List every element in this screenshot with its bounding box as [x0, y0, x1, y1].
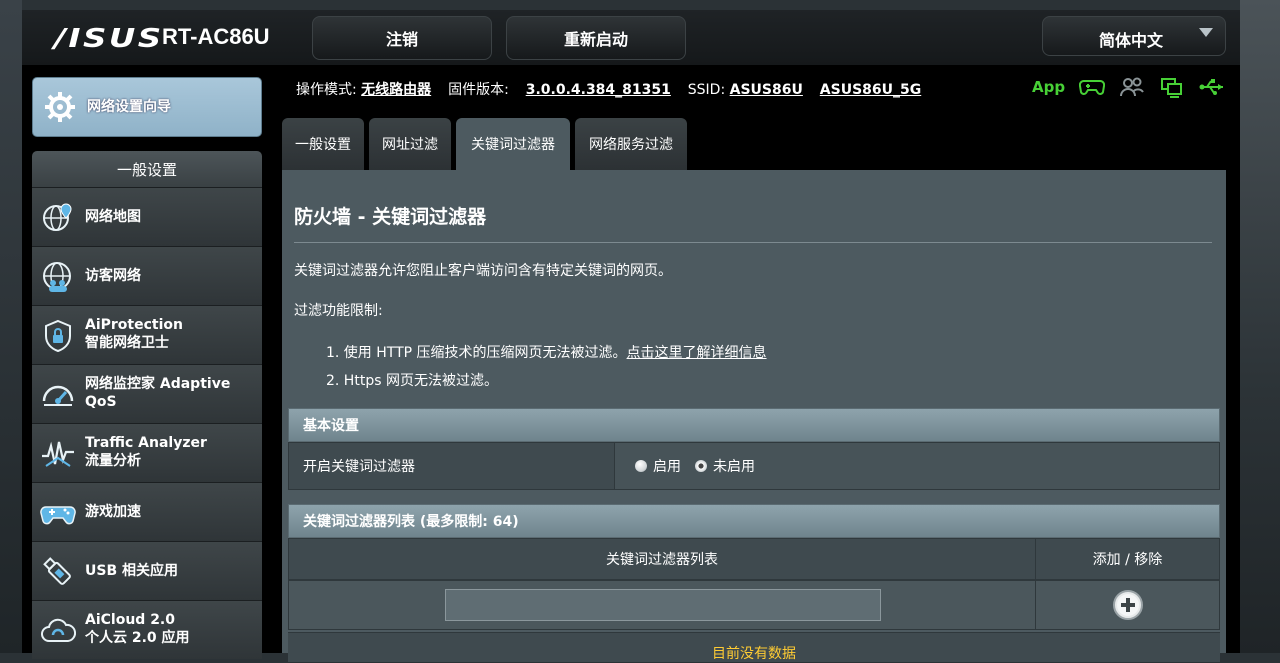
firmware-version-link[interactable]: 3.0.0.4.384_81351 — [526, 82, 671, 98]
language-label: 简体中文 — [1099, 31, 1164, 50]
status-bar: 操作模式: 无线路由器 固件版本: 3.0.0.4.384_81351 SSID… — [296, 79, 921, 99]
title-divider — [294, 242, 1212, 243]
network-setup-wizard-button[interactable]: 网络设置向导 — [32, 77, 262, 137]
users-status-icon[interactable] — [1119, 76, 1145, 98]
empty-list-message: 目前没有数据 — [288, 632, 1220, 662]
firmware-label: 固件版本: — [448, 82, 509, 98]
enable-keyword-filter-row: 开启关键词过滤器 启用 未启用 — [288, 442, 1220, 490]
shield-lock-icon — [45, 319, 71, 353]
guest-network-icon — [43, 262, 71, 292]
background-right — [1240, 0, 1280, 653]
app-link[interactable]: App — [1032, 78, 1065, 96]
operation-mode-link[interactable]: 无线路由器 — [361, 82, 431, 98]
details-link[interactable]: 点击这里了解详细信息 — [627, 345, 767, 361]
gamepad-status-icon[interactable] — [1079, 76, 1106, 98]
wizard-gear-icon — [45, 92, 75, 122]
add-circle-icon[interactable] — [1112, 589, 1144, 621]
sidebar-item-label: 网络地图 — [85, 209, 141, 225]
ssid-label: SSID: — [687, 82, 726, 98]
basic-settings-header: 基本设置 — [288, 408, 1220, 442]
gamepad-icon — [40, 506, 76, 525]
globe-pin-icon — [43, 203, 72, 231]
radio-enable-label: 启用 — [653, 459, 681, 475]
sidebar-item-adaptive-qos[interactable]: 网络监控家 Adaptive QoS — [32, 364, 262, 423]
status-icons: App — [1032, 76, 1239, 98]
asus-logo: /ISUS — [54, 24, 164, 54]
reboot-button[interactable]: 重新启动 — [506, 16, 686, 60]
sidebar-item-label: AiCloud 2.0 个人云 2.0 应用 — [85, 612, 190, 646]
cloud-icon — [41, 618, 76, 642]
sidebar-item-aicloud[interactable]: AiCloud 2.0 个人云 2.0 应用 — [32, 600, 262, 659]
traffic-wave-icon — [42, 441, 74, 467]
radio-disable[interactable]: 未启用 — [695, 456, 755, 476]
radio-disable-circle[interactable] — [695, 460, 707, 472]
page-description: 关键词过滤器允许您阻止客户端访问含有特定关键词的网页。 — [294, 263, 672, 279]
operation-mode-label: 操作模式: — [296, 82, 357, 98]
radio-enable[interactable]: 启用 — [635, 456, 681, 476]
background-left — [0, 0, 22, 653]
sidebar-item-traffic-analyzer[interactable]: Traffic Analyzer 流量分析 — [32, 423, 262, 482]
wizard-label: 网络设置向导 — [87, 99, 171, 115]
sidebar-item-usb-applications[interactable]: USB 相关应用 — [32, 541, 262, 600]
top-header: /ISUS RT-AC86U 注销 重新启动 简体中文 — [22, 10, 1240, 65]
keyword-list-header: 关键词过滤器列表 (最多限制: 64) — [288, 504, 1220, 538]
router-model: RT-AC86U — [162, 24, 270, 49]
page-title: 防火墙 - 关键词过滤器 — [294, 206, 487, 228]
sidebar-item-label: USB 相关应用 — [85, 563, 178, 579]
radio-disable-label: 未启用 — [713, 459, 755, 475]
column-keyword-list: 关键词过滤器列表 — [289, 539, 1036, 579]
tab-general[interactable]: 一般设置 — [282, 118, 364, 170]
sidebar-item-network-map[interactable]: 网络地图 — [32, 187, 262, 246]
sidebar-item-label: 访客网络 — [85, 268, 141, 284]
limit-item-2: 2. Https 网页无法被过滤。 — [326, 373, 498, 389]
tab-network-service-filter[interactable]: 网络服务过滤 — [575, 118, 687, 170]
tab-keyword-filter[interactable]: 关键词过滤器 — [456, 118, 570, 170]
chevron-down-icon — [1199, 28, 1213, 37]
usb-stick-icon — [43, 557, 71, 585]
usb-status-icon[interactable] — [1199, 76, 1225, 98]
sidebar-item-aiprotection[interactable]: AiProtection 智能网络卫士 — [32, 305, 262, 364]
ssid-link-1[interactable]: ASUS86U — [730, 82, 803, 98]
radio-enable-circle[interactable] — [635, 460, 647, 472]
tab-url-filter[interactable]: 网址过滤 — [369, 118, 451, 170]
column-add-remove: 添加 / 移除 — [1092, 552, 1163, 568]
content-panel: 防火墙 - 关键词过滤器 关键词过滤器允许您阻止客户端访问含有特定关键词的网页。… — [282, 170, 1226, 662]
keyword-list-column-headers: 关键词过滤器列表 添加 / 移除 — [288, 538, 1220, 580]
sidebar-menu: 一般设置 网络地图 访客网络 AiProtection 智能网络卫士 网络监控家… — [32, 151, 262, 659]
network-status-icon[interactable] — [1159, 76, 1185, 98]
ssid-link-2[interactable]: ASUS86U_5G — [820, 82, 921, 98]
sidebar-item-label: AiProtection 智能网络卫士 — [85, 317, 183, 351]
sidebar-item-label: 网络监控家 Adaptive QoS — [85, 376, 231, 410]
keyword-input-row — [288, 580, 1220, 630]
keyword-input[interactable] — [445, 589, 881, 621]
add-cell — [1036, 581, 1219, 629]
speedometer-icon — [42, 385, 74, 406]
logout-button[interactable]: 注销 — [312, 16, 492, 60]
sidebar-item-label: Traffic Analyzer 流量分析 — [85, 435, 207, 469]
keyword-input-cell — [289, 581, 1036, 629]
limit-item-1-text: 1. 使用 HTTP 压缩技术的压缩网页无法被过滤。 — [326, 345, 627, 361]
enable-keyword-filter-options: 启用 未启用 — [615, 443, 1219, 489]
sidebar-section-title: 一般设置 — [32, 151, 262, 187]
sidebar-item-label: 游戏加速 — [85, 504, 141, 520]
sidebar-item-guest-network[interactable]: 访客网络 — [32, 246, 262, 305]
language-select[interactable]: 简体中文 — [1042, 16, 1226, 56]
sidebar-item-game-boost[interactable]: 游戏加速 — [32, 482, 262, 541]
limit-item-1: 1. 使用 HTTP 压缩技术的压缩网页无法被过滤。点击这里了解详细信息 — [326, 342, 767, 362]
enable-keyword-filter-label: 开启关键词过滤器 — [289, 443, 615, 489]
limits-label: 过滤功能限制: — [294, 303, 383, 319]
